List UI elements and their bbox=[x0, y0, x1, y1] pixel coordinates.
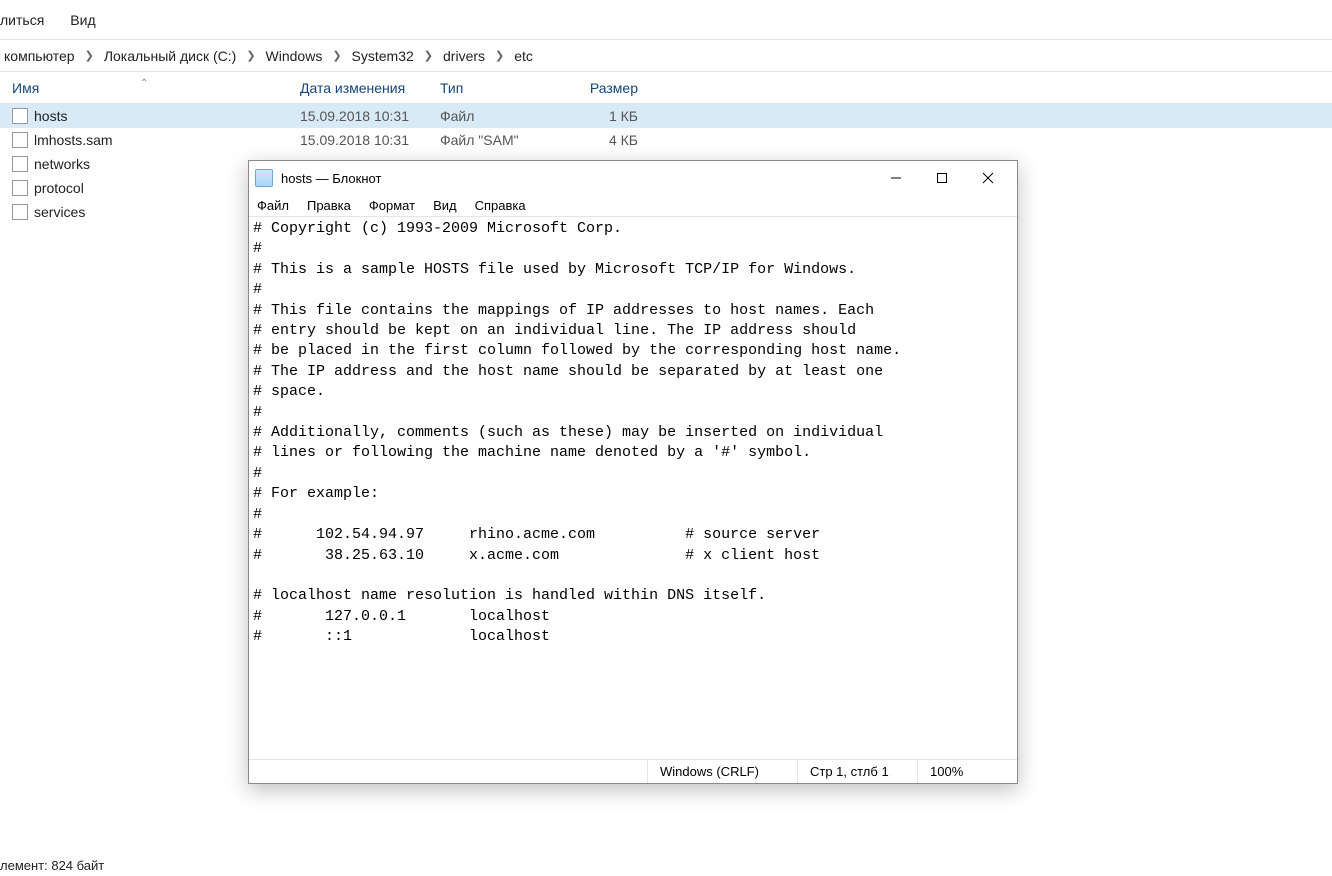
minimize-icon bbox=[890, 172, 902, 184]
crumb-c[interactable]: Локальный диск (C:) bbox=[100, 48, 241, 64]
menu-format[interactable]: Формат bbox=[369, 198, 415, 213]
notepad-title: hosts — Блокнот bbox=[281, 171, 873, 186]
file-date: 15.09.2018 10:31 bbox=[300, 132, 440, 148]
ribbon-view[interactable]: Вид bbox=[70, 12, 95, 28]
notepad-window: hosts — Блокнот Файл Правка Формат Вид С… bbox=[248, 160, 1018, 784]
chevron-right-icon[interactable]: ❯ bbox=[240, 49, 261, 62]
explorer-ribbon: литься Вид bbox=[0, 0, 1332, 40]
file-icon bbox=[12, 132, 28, 148]
file-date: 15.09.2018 10:31 bbox=[300, 108, 440, 124]
file-icon bbox=[12, 156, 28, 172]
file-icon bbox=[12, 204, 28, 220]
crumb-system32[interactable]: System32 bbox=[348, 48, 418, 64]
notepad-statusbar: Windows (CRLF) Стр 1, стлб 1 100% bbox=[249, 759, 1017, 783]
status-zoom: 100% bbox=[917, 760, 1017, 783]
chevron-right-icon[interactable]: ❯ bbox=[418, 49, 439, 62]
menu-help[interactable]: Справка bbox=[475, 198, 526, 213]
notepad-menubar: Файл Правка Формат Вид Справка bbox=[249, 195, 1017, 217]
file-row[interactable]: hosts15.09.2018 10:31Файл1 КБ bbox=[0, 104, 1332, 128]
col-header-date[interactable]: Дата изменения bbox=[300, 80, 440, 96]
menu-edit[interactable]: Правка bbox=[307, 198, 351, 213]
chevron-right-icon[interactable]: ❯ bbox=[79, 49, 100, 62]
chevron-right-icon[interactable]: ❯ bbox=[489, 49, 510, 62]
file-list-header: Имя ⌃ Дата изменения Тип Размер bbox=[0, 72, 1332, 104]
file-row[interactable]: lmhosts.sam15.09.2018 10:31Файл "SAM"4 К… bbox=[0, 128, 1332, 152]
notepad-titlebar[interactable]: hosts — Блокнот bbox=[249, 161, 1017, 195]
close-button[interactable] bbox=[965, 163, 1011, 193]
col-header-name-label: Имя bbox=[12, 80, 39, 96]
crumb-windows[interactable]: Windows bbox=[262, 48, 327, 64]
col-header-size[interactable]: Размер bbox=[570, 80, 660, 96]
sort-caret-icon: ⌃ bbox=[140, 78, 148, 89]
col-header-name[interactable]: Имя ⌃ bbox=[0, 80, 300, 96]
maximize-button[interactable] bbox=[919, 163, 965, 193]
status-encoding: Windows (CRLF) bbox=[647, 760, 797, 783]
notepad-textarea[interactable]: # Copyright (c) 1993-2009 Microsoft Corp… bbox=[249, 217, 1017, 759]
file-icon bbox=[12, 108, 28, 124]
minimize-button[interactable] bbox=[873, 163, 919, 193]
file-name: hosts bbox=[34, 108, 300, 124]
file-size: 4 КБ bbox=[570, 132, 660, 148]
menu-file[interactable]: Файл bbox=[257, 198, 289, 213]
maximize-icon bbox=[936, 172, 948, 184]
chevron-right-icon[interactable]: ❯ bbox=[326, 49, 347, 62]
statusbar-selection: лемент: 824 байт bbox=[0, 858, 104, 873]
breadcrumb[interactable]: компьютер ❯ Локальный диск (C:) ❯ Window… bbox=[0, 40, 1332, 72]
crumb-computer[interactable]: компьютер bbox=[0, 48, 79, 64]
explorer-statusbar: лемент: 824 байт bbox=[0, 854, 104, 876]
ribbon-share[interactable]: литься bbox=[0, 12, 44, 28]
notepad-icon bbox=[255, 169, 273, 187]
menu-view[interactable]: Вид bbox=[433, 198, 457, 213]
close-icon bbox=[982, 172, 994, 184]
file-type: Файл bbox=[440, 108, 570, 124]
file-type: Файл "SAM" bbox=[440, 132, 570, 148]
crumb-etc[interactable]: etc bbox=[510, 48, 537, 64]
crumb-drivers[interactable]: drivers bbox=[439, 48, 489, 64]
status-position: Стр 1, стлб 1 bbox=[797, 760, 917, 783]
file-size: 1 КБ bbox=[570, 108, 660, 124]
col-header-type[interactable]: Тип bbox=[440, 80, 570, 96]
file-icon bbox=[12, 180, 28, 196]
file-name: lmhosts.sam bbox=[34, 132, 300, 148]
